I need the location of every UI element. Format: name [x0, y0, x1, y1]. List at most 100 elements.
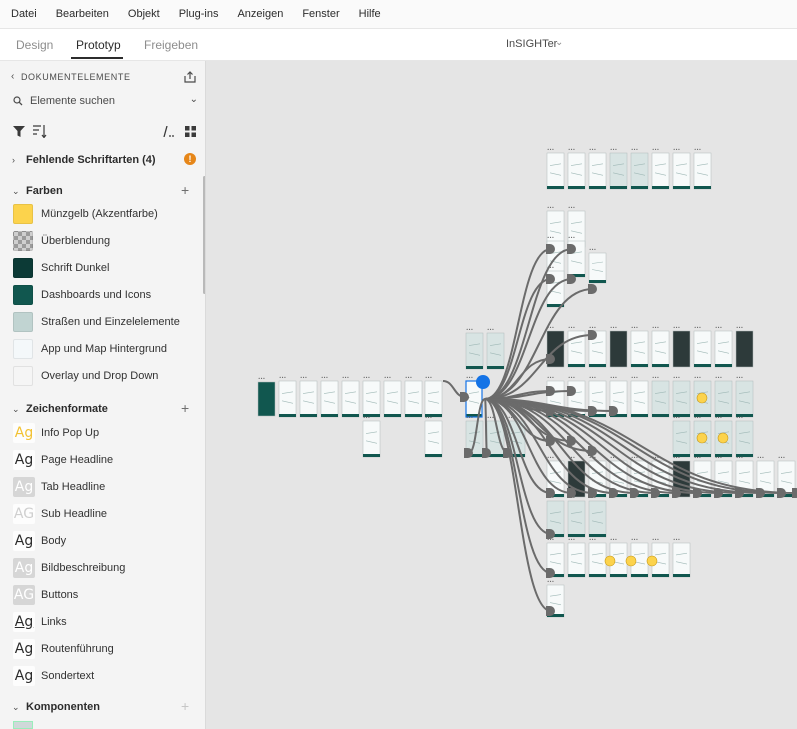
chevron-down-icon[interactable]: ⌄ — [555, 37, 563, 48]
prototype-canvas[interactable]: ••• ••• ••• ••• ••• ••• ••• ••• ••• ••• ••• ••• ••• •… — [207, 61, 797, 729]
artboard[interactable] — [341, 380, 360, 418]
color-swatch — [13, 339, 33, 359]
artboard-label: ••• — [673, 455, 680, 460]
artboard[interactable] — [735, 330, 754, 368]
artboard[interactable] — [672, 152, 691, 190]
assets-back-button[interactable]: ‹ DOKUMENTELEMENTE — [11, 71, 205, 82]
sort-icon[interactable] — [33, 125, 47, 138]
component-thumbnail[interactable] — [13, 721, 33, 729]
artboard[interactable] — [567, 152, 586, 190]
artboard[interactable] — [567, 500, 586, 538]
add-color-icon[interactable]: + — [181, 182, 189, 198]
menu-datei[interactable]: Datei — [11, 8, 37, 20]
artboard[interactable] — [588, 542, 607, 578]
artboard[interactable] — [714, 380, 733, 418]
char-style-item[interactable]: AG Sub Headline — [13, 504, 205, 524]
artboard-flow-map[interactable]: ••• ••• ••• ••• ••• ••• ••• ••• ••• ••• ••• ••• ••• •… — [207, 61, 797, 729]
artboard[interactable] — [672, 380, 691, 418]
artboard[interactable] — [609, 330, 628, 368]
char-style-item[interactable]: Ag Bildbeschreibung — [13, 558, 205, 578]
char-style-item[interactable]: Ag Routenführung — [13, 639, 205, 659]
char-style-item[interactable]: Ag Info Pop Up — [13, 423, 205, 443]
artboard[interactable] — [693, 152, 712, 190]
filter-icon[interactable] — [13, 126, 25, 137]
color-item[interactable]: App und Map Hintergrund — [13, 339, 205, 359]
tab-design[interactable]: Design — [16, 38, 53, 52]
artboard-label: ••• — [300, 375, 307, 380]
grid-view-icon[interactable] — [185, 126, 196, 137]
tab-share[interactable]: Freigeben — [144, 38, 198, 52]
artboard[interactable] — [567, 542, 586, 578]
artboard[interactable] — [588, 500, 607, 538]
artboard[interactable] — [651, 330, 670, 368]
char-style-item[interactable]: Ag Links — [13, 612, 205, 632]
menu-bearbeiten[interactable]: Bearbeiten — [56, 8, 109, 20]
artboard[interactable] — [278, 380, 297, 418]
artboard[interactable] — [546, 152, 565, 190]
search-input[interactable]: Elemente suchen — [30, 95, 115, 107]
artboard-label: ••• — [694, 375, 701, 380]
char-style-item[interactable]: Ag Body — [13, 531, 205, 551]
artboard[interactable] — [651, 380, 670, 418]
char-style-preview: Ag — [13, 558, 35, 578]
char-style-item[interactable]: Ag Page Headline — [13, 450, 205, 470]
menu-hilfe[interactable]: Hilfe — [359, 8, 381, 20]
char-style-item[interactable]: Ag Sondertext — [13, 666, 205, 686]
artboard[interactable] — [735, 380, 754, 418]
artboard[interactable] — [630, 380, 649, 418]
missing-fonts-section[interactable]: › Fehlende Schriftarten (4) — [12, 154, 205, 166]
color-item[interactable]: Münzgelb (Akzentfarbe) — [13, 204, 205, 224]
artboard[interactable] — [672, 542, 691, 578]
artboard[interactable] — [630, 330, 649, 368]
color-item[interactable]: Straßen und Einzelelemente — [13, 312, 205, 332]
tab-prototype[interactable]: Prototyp — [76, 38, 121, 52]
artboard[interactable] — [630, 152, 649, 190]
artboard[interactable] — [714, 330, 733, 368]
chevron-down-icon[interactable]: ⌄ — [190, 94, 198, 105]
components-section-header[interactable]: ⌄ Komponenten — [12, 701, 205, 713]
artboard[interactable] — [672, 330, 691, 368]
colors-section-header[interactable]: ⌄ Farben — [12, 185, 205, 197]
artboard[interactable] — [299, 380, 318, 418]
artboard-label: ••• — [694, 455, 701, 460]
document-title[interactable]: InSIGHTer — [506, 38, 557, 50]
menu-anzeigen[interactable]: Anzeigen — [237, 8, 283, 20]
artboard[interactable] — [609, 152, 628, 190]
artboard-tabbar — [631, 574, 648, 577]
artboard[interactable] — [257, 381, 276, 417]
coin-icon — [604, 555, 616, 567]
artboard[interactable] — [735, 420, 754, 458]
menu-fenster[interactable]: Fenster — [302, 8, 339, 20]
artboard-label: ••• — [342, 375, 349, 380]
color-item[interactable]: Overlay und Drop Down — [13, 366, 205, 386]
color-item[interactable]: Überblendung — [13, 231, 205, 251]
artboard[interactable] — [424, 380, 443, 418]
artboard[interactable] — [362, 420, 381, 458]
color-item[interactable]: Schrift Dunkel — [13, 258, 205, 278]
artboard[interactable] — [486, 332, 505, 370]
artboard[interactable] — [404, 380, 423, 418]
artboard[interactable] — [588, 152, 607, 190]
search-field[interactable]: Elemente suchen ⌄ — [13, 94, 198, 107]
char-style-item[interactable]: AG Buttons — [13, 585, 205, 605]
share-icon[interactable] — [184, 71, 196, 83]
add-char-style-icon[interactable]: + — [181, 400, 189, 416]
artboard[interactable] — [383, 380, 402, 418]
menu-objekt[interactable]: Objekt — [128, 8, 160, 20]
artboard[interactable] — [362, 380, 381, 418]
artboard-tabbar — [547, 186, 564, 189]
panel-scrollbar[interactable] — [203, 176, 205, 294]
char-styles-section-header[interactable]: ⌄ Zeichenformate — [12, 403, 205, 415]
menu-plugins[interactable]: Plug-ins — [179, 8, 219, 20]
artboard[interactable] — [424, 420, 443, 458]
add-component-icon[interactable]: + — [181, 698, 189, 714]
artboard[interactable] — [588, 252, 607, 284]
artboard[interactable] — [693, 330, 712, 368]
artboard[interactable] — [465, 332, 484, 370]
artboard[interactable] — [651, 152, 670, 190]
color-item[interactable]: Dashboards und Icons — [13, 285, 205, 305]
list-view-icon[interactable] — [163, 126, 176, 137]
char-style-item[interactable]: Ag Tab Headline — [13, 477, 205, 497]
artboard[interactable] — [672, 420, 691, 458]
artboard[interactable] — [320, 380, 339, 418]
